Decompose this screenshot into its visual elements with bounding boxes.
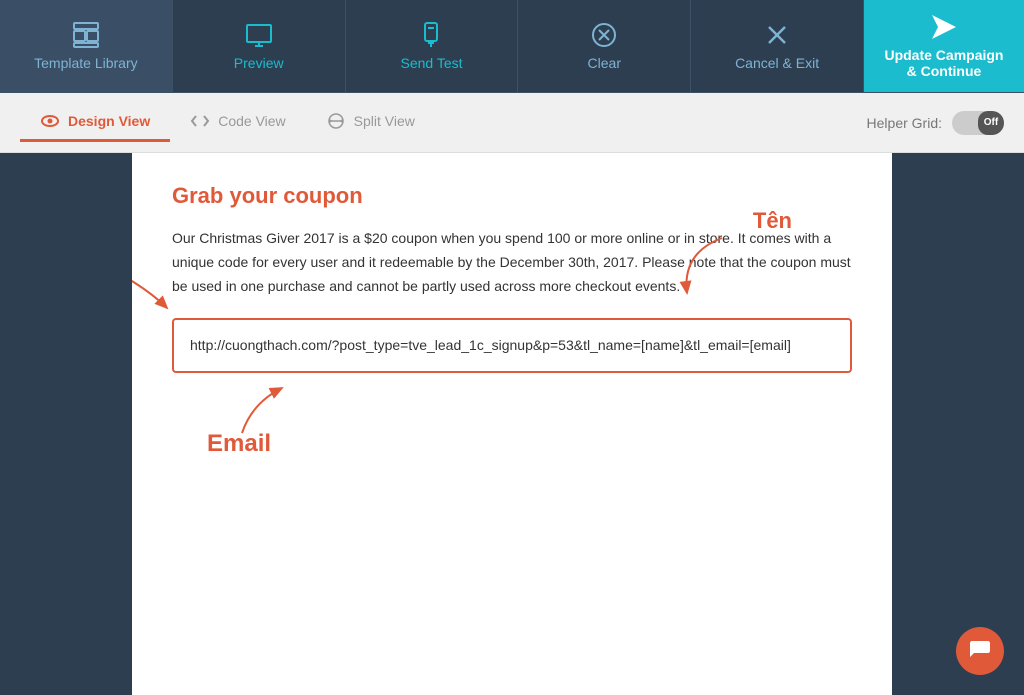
helper-grid-toggle[interactable]: Off xyxy=(952,111,1004,135)
cancel-exit-icon xyxy=(763,21,791,49)
cancel-exit-label: Cancel & Exit xyxy=(735,55,819,71)
send-test-label: Send Test xyxy=(400,55,462,71)
content-area: Grab your coupon Our Christmas Giver 201… xyxy=(0,153,1024,695)
template-library-label: Template Library xyxy=(34,55,138,71)
helper-grid-label: Helper Grid: xyxy=(867,115,942,131)
tab-code-view[interactable]: Code View xyxy=(170,103,305,142)
clear-label: Clear xyxy=(588,55,621,71)
annotation-email-area: Email xyxy=(172,383,852,463)
tab-design-view[interactable]: Design View xyxy=(20,103,170,142)
split-icon xyxy=(326,111,346,131)
split-view-label: Split View xyxy=(354,113,415,129)
clear-icon xyxy=(590,21,618,49)
send-icon xyxy=(930,13,958,41)
tab-split-view[interactable]: Split View xyxy=(306,103,435,142)
toolbar: Template Library Preview Send Test Clear xyxy=(0,0,1024,93)
email-annotation-label: Email xyxy=(207,430,271,458)
email-arrow-icon xyxy=(232,378,302,438)
email-body-text: Our Christmas Giver 2017 is a $20 coupon… xyxy=(172,227,852,298)
preview-button[interactable]: Preview xyxy=(173,0,346,92)
preview-icon xyxy=(245,21,273,49)
left-sidebar xyxy=(0,153,132,695)
eye-icon xyxy=(40,111,60,131)
right-sidebar xyxy=(892,153,1024,695)
url-box[interactable]: http://cuongthach.com/?post_type=tve_lea… xyxy=(172,318,852,372)
chat-button[interactable] xyxy=(956,627,1004,675)
design-view-label: Design View xyxy=(68,113,150,129)
update-campaign-label: Update Campaign & Continue xyxy=(884,47,1003,79)
send-test-icon xyxy=(417,21,445,49)
ten-annotation-label: Tên xyxy=(753,208,792,234)
preview-label: Preview xyxy=(234,55,284,71)
code-icon xyxy=(190,111,210,131)
template-library-icon xyxy=(72,21,100,49)
view-bar: Design View Code View Split View Helper … xyxy=(0,93,1024,153)
left-arrow-icon xyxy=(132,268,177,328)
ten-arrow-icon xyxy=(662,233,732,303)
toggle-off-label: Off xyxy=(978,111,1004,135)
chat-icon xyxy=(968,639,992,663)
helper-grid-section: Helper Grid: Off xyxy=(867,111,1004,135)
code-view-label: Code View xyxy=(218,113,285,129)
clear-button[interactable]: Clear xyxy=(518,0,691,92)
send-test-button[interactable]: Send Test xyxy=(346,0,519,92)
email-heading: Grab your coupon xyxy=(172,183,852,209)
url-text: http://cuongthach.com/?post_type=tve_lea… xyxy=(190,337,791,353)
template-library-button[interactable]: Template Library xyxy=(0,0,173,92)
editor-panel: Grab your coupon Our Christmas Giver 201… xyxy=(132,153,892,695)
update-campaign-button[interactable]: Update Campaign & Continue xyxy=(864,0,1024,92)
cancel-exit-button[interactable]: Cancel & Exit xyxy=(691,0,864,92)
